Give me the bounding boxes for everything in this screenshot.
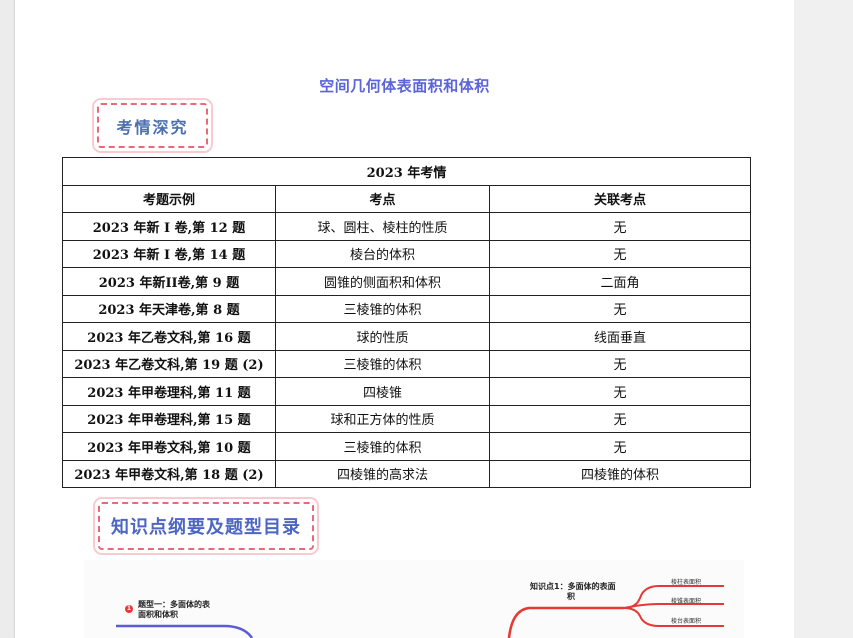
table-row: 2023 年乙卷文科,第 16 题球的性质 线面垂直 xyxy=(62,322,751,351)
branch-label-2: 棱锥表面积 xyxy=(671,598,702,605)
cell-related-point: 无 xyxy=(489,239,751,268)
table-row: 2023 年甲卷文科,第 10 题三棱锥的体积无 xyxy=(62,432,751,461)
exam-analysis-table: 2023 年考情 考题示例 考点 关联考点 2023 年新 I 卷,第 12 题… xyxy=(62,157,751,488)
table-row: 2023 年天津卷,第 8 题三棱锥的体积无 xyxy=(62,294,751,323)
cell-related-point: 无 xyxy=(489,294,751,323)
cell-exam-point: 三棱锥的体积 xyxy=(275,432,490,461)
cell-exam-point: 球和正方体的性质 xyxy=(275,404,490,433)
cell-exam-example: 2023 年甲卷文科,第 10 题 xyxy=(62,432,276,461)
mind-map-lines xyxy=(116,585,724,638)
table-row: 2023 年甲卷理科,第 15 题球和正方体的性质无 xyxy=(62,404,751,433)
column-header-example: 考题示例 xyxy=(62,184,276,213)
right-branch-line xyxy=(507,606,624,638)
right-topic-line2: 积 xyxy=(567,592,575,601)
branch-label-1: 棱柱表面积 xyxy=(671,579,702,586)
cell-exam-point: 棱台的体积 xyxy=(275,239,490,268)
table-row: 2023 年甲卷文科,第 18 题 (2) 四棱锥的高求法 四棱锥的体积 xyxy=(62,459,751,488)
topic-number-badge: 1 xyxy=(125,605,133,613)
table-row: 2023 年乙卷文科,第 19 题 (2) 三棱锥的体积无 xyxy=(62,349,751,378)
cell-related-point: 无 xyxy=(489,212,751,241)
right-topic-line1: 知识点1：多面体的表面 xyxy=(530,582,616,591)
column-header-point: 考点 xyxy=(275,184,490,213)
table-caption-row: 2023 年考情 xyxy=(62,157,751,186)
cell-related-point: 无 xyxy=(489,404,751,433)
cell-related-point: 二面角 xyxy=(489,267,751,296)
cell-exam-point: 三棱锥的体积 xyxy=(275,294,490,323)
table-row: 2023 年甲卷理科,第 11 题四棱锥无 xyxy=(62,377,751,406)
cell-related-point: 线面垂直 xyxy=(489,322,751,351)
cell-exam-example: 2023 年新II卷,第 9 题 xyxy=(62,267,276,296)
cell-exam-point: 四棱锥的高求法 xyxy=(275,459,490,488)
table-row: 2023 年新 I 卷,第 14 题棱台的体积无 xyxy=(62,239,751,268)
cell-related-point: 无 xyxy=(489,377,751,406)
document-title: 空间几何体表面积和体积 xyxy=(319,77,490,95)
cell-exam-example: 2023 年天津卷,第 8 题 xyxy=(62,294,276,323)
cell-exam-point: 三棱锥的体积 xyxy=(275,349,490,378)
cell-exam-example: 2023 年乙卷文科,第 16 题 xyxy=(62,322,276,351)
viewer-background-right xyxy=(794,0,853,638)
cell-exam-example: 2023 年甲卷理科,第 11 题 xyxy=(62,377,276,406)
cell-exam-example: 2023 年新 I 卷,第 14 题 xyxy=(62,239,276,268)
cell-exam-point: 四棱锥 xyxy=(275,377,490,406)
section-heading-kaoqing: 考情深究 xyxy=(97,103,208,148)
document-page: 空间几何体表面积和体积 考情深究 2023 年考情 考题示例 考点 关联考点 2… xyxy=(15,0,794,638)
cell-exam-example: 2023 年新 I 卷,第 12 题 xyxy=(62,212,276,241)
table-row: 2023 年新II卷,第 9 题圆锥的侧面积和体积 二面角 xyxy=(62,267,751,296)
left-topic-line1: 题型一：多面体的表 xyxy=(138,600,210,609)
cell-exam-point: 球、圆柱、棱柱的性质 xyxy=(275,212,490,241)
section-heading-zhishi: 知识点纲要及题型目录 xyxy=(98,502,314,550)
branch-label-3: 棱台表面积 xyxy=(671,618,702,625)
cell-exam-point: 圆锥的侧面积和体积 xyxy=(275,267,490,296)
section-heading-label: 知识点纲要及题型目录 xyxy=(111,517,301,538)
cell-exam-example: 2023 年甲卷理科,第 15 题 xyxy=(62,404,276,433)
cell-exam-example: 2023 年乙卷文科,第 19 题 (2) xyxy=(62,349,276,378)
table-caption: 2023 年考情 xyxy=(62,157,751,186)
table-header-row: 考题示例 考点 关联考点 xyxy=(62,184,751,213)
cell-exam-example: 2023 年甲卷文科,第 18 题 (2) xyxy=(62,459,276,488)
column-header-related: 关联考点 xyxy=(489,184,751,213)
table-row: 2023 年新 I 卷,第 12 题球、圆柱、棱柱的性质无 xyxy=(62,212,751,241)
cell-related-point: 四棱锥的体积 xyxy=(489,459,751,488)
left-topic-line2: 面积和体积 xyxy=(138,610,178,619)
cell-related-point: 无 xyxy=(489,432,751,461)
mind-map-image: 1 题型一：多面体的表 面积和体积 知识点1：多面体的表面 积 棱柱表面积 棱锥… xyxy=(84,560,744,638)
document-viewer: 空间几何体表面积和体积 考情深究 2023 年考情 考题示例 考点 关联考点 2… xyxy=(0,0,853,638)
cell-exam-point: 球的性质 xyxy=(275,322,490,351)
section-heading-label: 考情深究 xyxy=(116,117,189,137)
cell-related-point: 无 xyxy=(489,349,751,378)
left-branch-line xyxy=(116,624,254,638)
